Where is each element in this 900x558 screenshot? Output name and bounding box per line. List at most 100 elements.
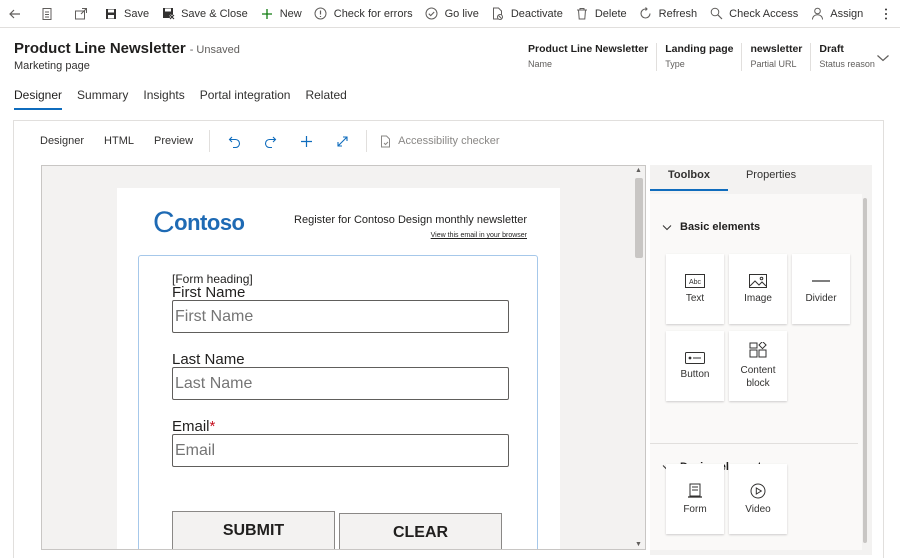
basic-elements-section[interactable]: Basic elements — [662, 221, 760, 233]
command-bar: Save Save & Close New Check for errors G… — [0, 0, 900, 28]
html-view-button[interactable]: HTML — [94, 135, 144, 147]
check-circle-icon — [425, 7, 439, 21]
logo-c: C — [153, 206, 175, 239]
tile-label: Button — [680, 368, 710, 380]
header-field-value: newsletter — [750, 43, 803, 55]
tile-label: Video — [745, 503, 771, 515]
divider — [366, 130, 368, 152]
image-element-tile[interactable]: Image — [729, 254, 787, 324]
designer-view-button[interactable]: Designer — [30, 135, 94, 147]
tab-properties[interactable]: Properties — [728, 165, 814, 191]
check-errors-label: Check for errors — [333, 7, 413, 20]
search-icon — [709, 7, 723, 21]
view-in-browser-link[interactable]: View this email in your browser — [431, 232, 527, 239]
assign-button[interactable]: Assign — [804, 0, 869, 28]
save-close-label: Save & Close — [181, 7, 248, 20]
more-commands-button[interactable] — [869, 0, 900, 28]
scrollbar-thumb[interactable] — [635, 178, 643, 258]
tile-label: Text — [685, 292, 705, 304]
tile-label: Image — [744, 292, 772, 304]
svg-text:Abc: Abc — [689, 279, 702, 286]
toolbox-panel: Toolbox Properties Basic elements Abc Te… — [650, 165, 872, 555]
contoso-logo: Contoso — [153, 204, 245, 239]
trash-icon — [575, 7, 589, 21]
tab-toolbox[interactable]: Toolbox — [650, 165, 728, 191]
header-field-type[interactable]: Landing page Type — [657, 43, 743, 71]
save-button[interactable]: Save — [98, 0, 155, 28]
refresh-button[interactable]: Refresh — [633, 0, 704, 28]
email-field[interactable] — [172, 434, 509, 467]
scroll-down-arrow-icon[interactable]: ▼ — [635, 541, 642, 548]
required-marker: * — [209, 418, 216, 435]
canvas-scrollbar[interactable]: ▲ ▼ — [633, 166, 645, 549]
header-field-partial-url[interactable]: newsletter Partial URL — [742, 43, 812, 71]
form-element-tile[interactable]: Form — [666, 464, 724, 534]
tab-summary[interactable]: Summary — [77, 88, 128, 110]
entity-name: Marketing page — [14, 60, 90, 72]
button-element-tile[interactable]: Button — [666, 331, 724, 401]
redo-button[interactable] — [252, 135, 288, 148]
check-access-label: Check Access — [729, 7, 799, 20]
content-block-icon — [749, 342, 767, 358]
delete-label: Delete — [594, 7, 627, 20]
new-button[interactable]: New — [254, 0, 308, 28]
tile-label: Content block — [740, 365, 776, 389]
video-element-tile[interactable]: Video — [729, 464, 787, 534]
form-icon — [688, 483, 702, 498]
save-close-button[interactable]: Save & Close — [155, 0, 254, 28]
assign-label: Assign — [830, 7, 864, 20]
email-label: Email* — [172, 418, 215, 435]
open-in-new-window-icon — [74, 7, 88, 21]
preview-view-button[interactable]: Preview — [144, 135, 203, 147]
info-circle-icon — [314, 7, 328, 21]
undo-button[interactable] — [216, 135, 252, 148]
button-icon — [685, 351, 705, 364]
logo-text: ontoso — [174, 210, 245, 235]
header-field-label: Status reason — [819, 59, 875, 69]
header-field-name[interactable]: Product Line Newsletter Name — [520, 43, 658, 71]
tab-related[interactable]: Related — [305, 88, 346, 110]
add-element-button[interactable] — [288, 135, 324, 148]
panel-scrollbar[interactable] — [863, 198, 867, 543]
design-canvas[interactable]: Contoso Register for Contoso Design mont… — [41, 165, 646, 550]
save-icon — [104, 7, 118, 21]
tab-portal-integration[interactable]: Portal integration — [200, 88, 291, 110]
tile-label: Form — [683, 503, 707, 515]
open-new-window-button[interactable] — [64, 0, 98, 28]
deactivate-button[interactable]: Deactivate — [485, 0, 569, 28]
delete-button[interactable]: Delete — [569, 0, 633, 28]
submit-button[interactable]: SUBMIT — [172, 511, 335, 549]
deactivate-document-icon — [491, 7, 505, 21]
go-live-button[interactable]: Go live — [419, 0, 485, 28]
new-label: New — [279, 7, 302, 20]
check-access-button[interactable]: Check Access — [703, 0, 804, 28]
header-field-value: Landing page — [665, 43, 734, 55]
text-element-tile[interactable]: Abc Text — [666, 254, 724, 324]
content-block-element-tile[interactable]: Content block — [729, 331, 787, 401]
more-vertical-icon — [879, 7, 893, 21]
accessibility-checker-button[interactable]: Accessibility checker — [373, 135, 500, 148]
back-arrow-icon — [8, 7, 22, 21]
record-set-button[interactable] — [30, 0, 64, 28]
divider-element-tile[interactable]: Divider — [792, 254, 850, 324]
tile-label: Divider — [805, 292, 837, 304]
first-name-field[interactable] — [172, 300, 509, 333]
form-block[interactable]: [Form heading] First Name Last Name Emai… — [138, 255, 538, 549]
tab-insights[interactable]: Insights — [143, 88, 184, 110]
tab-designer[interactable]: Designer — [14, 88, 63, 110]
header-expand-button[interactable] — [876, 50, 890, 68]
deactivate-label: Deactivate — [510, 7, 563, 20]
chevron-down-icon — [877, 55, 889, 62]
check-errors-button[interactable]: Check for errors — [308, 0, 419, 28]
back-button[interactable] — [0, 0, 30, 28]
clear-button[interactable]: CLEAR — [339, 513, 502, 549]
go-live-label: Go live — [444, 7, 479, 20]
header-field-status-reason[interactable]: Draft Status reason — [811, 43, 883, 71]
scroll-up-arrow-icon[interactable]: ▲ — [635, 167, 642, 174]
plus-icon — [300, 135, 312, 147]
save-status: - Unsaved — [189, 44, 240, 56]
header-field-value: Draft — [819, 43, 844, 55]
fullscreen-button[interactable] — [324, 135, 360, 148]
last-name-field[interactable] — [172, 367, 509, 400]
redo-icon — [264, 136, 276, 148]
